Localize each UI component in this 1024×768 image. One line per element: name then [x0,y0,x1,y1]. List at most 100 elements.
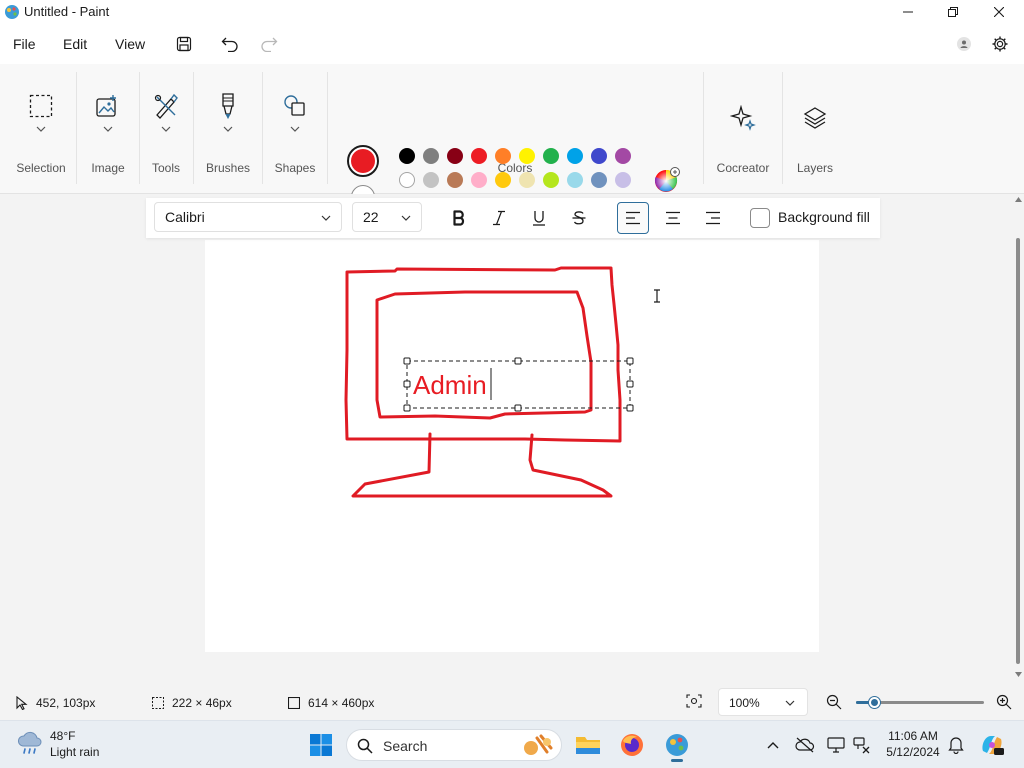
color-swatch[interactable] [495,148,511,164]
layers-group[interactable]: Layers [784,64,846,194]
tools-label: Tools [151,161,180,175]
bold-button[interactable] [444,203,474,233]
paint-taskbar-button[interactable] [661,729,693,762]
save-button[interactable] [172,32,196,56]
color-swatch[interactable] [495,172,511,188]
canvas-text[interactable]: Admin [413,370,487,400]
file-explorer-button[interactable] [572,729,604,761]
shapes-label: Shapes [274,161,316,175]
color-swatch[interactable] [543,172,559,188]
restore-button[interactable] [930,0,976,24]
color-swatch[interactable] [471,172,487,188]
drawing-canvas[interactable]: Admin [205,240,819,652]
tools-group[interactable]: Tools [140,64,192,194]
cocreator-group[interactable]: Cocreator [706,64,780,194]
zoom-out-button[interactable] [826,694,842,713]
weather-condition: Light rain [50,745,100,759]
font-size-dropdown[interactable]: 22 [352,202,422,232]
cloud-rain-icon [17,731,42,754]
show-hidden-icons-button[interactable] [757,729,789,761]
network-button[interactable] [846,729,878,761]
chevron-down-icon[interactable] [161,126,171,132]
chevron-down-icon[interactable] [36,126,46,132]
color-swatch[interactable] [423,148,439,164]
scroll-thumb[interactable] [1016,238,1020,664]
chevron-down-icon[interactable] [103,126,113,132]
strikethrough-icon [572,211,586,225]
undo-button[interactable] [218,32,242,56]
color-swatch[interactable] [615,148,631,164]
brushes-group[interactable]: Brushes [196,64,260,194]
paint-app-icon [5,5,19,19]
scroll-up-icon[interactable] [1015,197,1022,202]
copilot-button[interactable] [976,729,1008,761]
zoom-slider[interactable] [856,697,984,708]
zoom-out-icon [826,694,842,710]
color-swatch[interactable] [591,148,607,164]
align-left-button[interactable] [617,202,649,234]
scroll-down-icon[interactable] [1015,672,1022,677]
menu-bar: File Edit View [0,24,1024,64]
weather-widget[interactable]: 48°F Light rain [16,729,99,762]
zoom-dropdown[interactable]: 100% [718,688,808,716]
color-swatch[interactable] [471,148,487,164]
font-family-dropdown[interactable]: Calibri [154,202,342,232]
settings-button[interactable] [988,32,1012,56]
color-wheel-icon [654,167,680,192]
firefox-button[interactable] [616,729,648,761]
redo-button[interactable] [257,32,281,56]
zoom-slider-thumb[interactable] [869,697,880,708]
color-swatch[interactable] [567,172,583,188]
align-center-icon [666,211,680,225]
onedrive-button[interactable] [789,729,821,761]
chevron-down-icon[interactable] [290,126,300,132]
ibeam-cursor-icon [654,289,660,303]
clock-time: 11:06 AM [888,729,938,743]
fit-to-window-button[interactable] [686,694,702,711]
color-swatch[interactable] [519,148,535,164]
notifications-button[interactable] [940,729,972,761]
status-bar: 452, 103px 222 × 46px 614 × 460px 100% [0,684,1024,720]
image-icon [94,90,122,122]
color-swatch[interactable] [447,172,463,188]
system-clock[interactable]: 11:06 AM 5/12/2024 [880,729,946,759]
underline-button[interactable] [524,203,554,233]
zoom-in-button[interactable] [996,694,1012,713]
color-swatch[interactable] [399,172,415,188]
start-button[interactable] [305,729,337,761]
menu-file[interactable]: File [13,36,36,52]
color-swatch[interactable] [519,172,535,188]
color-swatch[interactable] [423,172,439,188]
menu-view[interactable]: View [115,36,145,52]
align-right-button[interactable] [698,203,728,233]
font-size-value: 22 [363,209,379,225]
selection-group[interactable]: Selection [8,64,74,194]
selection-icon [27,90,55,122]
strikethrough-button[interactable] [564,203,594,233]
align-center-button[interactable] [658,203,688,233]
color-swatch[interactable] [543,148,559,164]
brush-icon [214,90,242,122]
color-swatch[interactable] [591,172,607,188]
vertical-scrollbar[interactable] [1012,194,1024,684]
layers-label: Layers [796,161,834,175]
taskbar-search[interactable]: Search [346,729,562,761]
chevron-down-icon[interactable] [223,126,233,132]
close-button[interactable] [976,0,1022,24]
edit-colors-button[interactable] [654,167,680,193]
color-swatch[interactable] [399,148,415,164]
undo-icon [221,37,238,52]
account-button[interactable] [952,32,976,56]
background-fill-checkbox[interactable] [750,208,770,228]
color-swatch[interactable] [567,148,583,164]
italic-button[interactable] [484,203,514,233]
shapes-group[interactable]: Shapes [264,64,326,194]
brushes-label: Brushes [205,161,251,175]
color-swatch[interactable] [447,148,463,164]
minimize-button[interactable] [885,0,931,24]
primary-color-swatch[interactable] [347,145,379,177]
colors-label: Colors [497,161,533,175]
color-swatch[interactable] [615,172,631,188]
image-group[interactable]: Image [78,64,138,194]
menu-edit[interactable]: Edit [63,36,87,52]
